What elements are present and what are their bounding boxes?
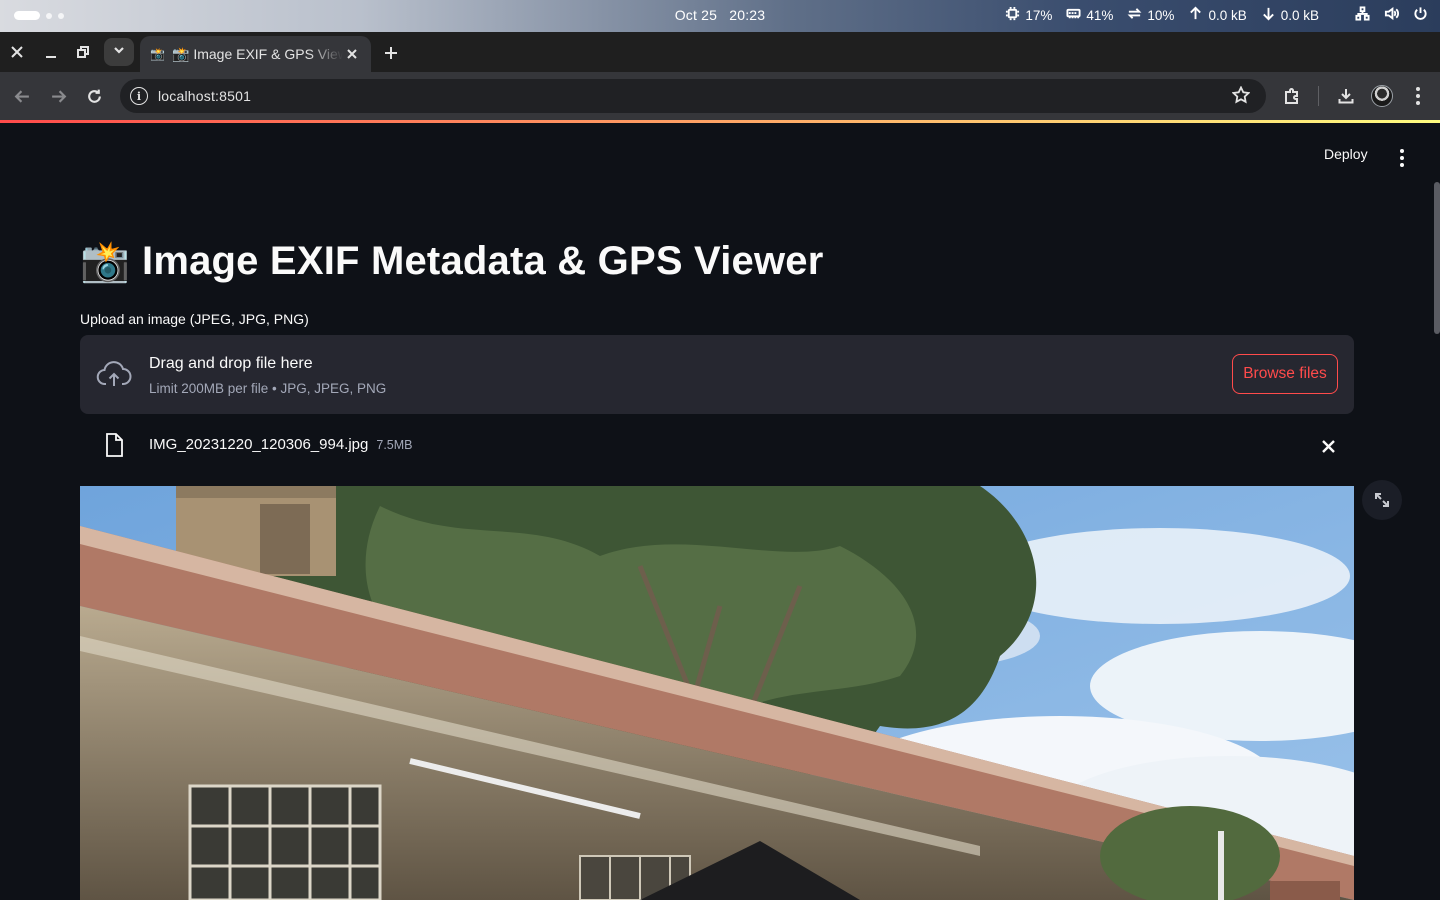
streamlit-app: Deploy 📸 Image EXIF Metadata & GPS Viewe… [0,120,1440,900]
bookmark-star-icon[interactable] [1231,85,1252,106]
clock-date: Oct 25 [674,7,718,23]
upload-arrow-icon [1188,6,1203,24]
page-scrollbar[interactable] [1434,182,1440,334]
reload-icon[interactable] [82,84,106,108]
volume-icon[interactable] [1384,6,1399,24]
back-arrow-icon[interactable] [10,84,34,108]
file-size: 7.5MB [376,438,413,452]
dropzone-title: Drag and drop file here [149,355,313,372]
site-info-icon[interactable]: i [130,87,148,105]
swap-indicator[interactable]: 10% [1127,6,1174,24]
minimize-window-icon[interactable] [39,40,63,64]
page-title-text: Image EXIF Metadata & GPS Viewer [142,239,824,283]
address-bar[interactable]: i localhost:8501 [120,79,1266,113]
restore-window-icon[interactable] [71,40,95,64]
memory-icon [1066,6,1081,24]
extensions-puzzle-icon[interactable] [1280,84,1304,108]
page-title: 📸 Image EXIF Metadata & GPS Viewer [80,238,823,285]
power-icon[interactable] [1413,6,1428,24]
browser-toolbar: i localhost:8501 [0,72,1440,120]
uploader-label: Upload an image (JPEG, JPG, PNG) [80,311,309,327]
remove-file-icon[interactable] [1318,436,1338,456]
toolbar-divider [1318,86,1319,106]
tab-close-icon[interactable] [343,45,361,63]
memory-indicator[interactable]: 41% [1066,6,1113,24]
browser-tab-strip: 📸 📸 Image EXIF & GPS Viewer [0,32,1440,72]
file-name-row: IMG_20231220_120306_994.jpg 7.5MB [149,436,413,453]
browser-menu-icon[interactable] [1408,84,1428,108]
tab-favicon: 📸 [150,47,165,61]
file-name: IMG_20231220_120306_994.jpg [149,436,369,453]
app-main-menu-icon[interactable] [1392,148,1412,168]
memory-value: 41% [1086,7,1114,23]
camera-flash-icon: 📸 [80,240,131,284]
download-indicator[interactable]: 0.0 kB [1261,6,1319,24]
cpu-icon [1005,6,1020,24]
browse-files-button[interactable]: Browse files [1232,354,1338,394]
fullscreen-expand-icon[interactable] [1362,480,1402,520]
cpu-value: 17% [1025,7,1053,23]
dropzone-limit: Limit 200MB per file • JPG, JPEG, PNG [149,381,387,396]
swap-value: 10% [1147,7,1175,23]
download-value: 0.0 kB [1280,7,1319,23]
chevron-down-icon [113,43,125,61]
upload-value: 0.0 kB [1208,7,1247,23]
tab-title: 📸 Image EXIF & GPS Viewer [172,45,343,62]
system-tray: 17% 41% 10% 0.0 kB 0.0 kB [1005,6,1428,24]
downloads-icon[interactable] [1334,84,1358,108]
new-tab-icon[interactable] [380,42,402,64]
url-text[interactable]: localhost:8501 [158,88,1232,104]
cpu-indicator[interactable]: 17% [1005,6,1052,24]
deploy-button[interactable]: Deploy [1324,146,1368,162]
tab-active[interactable]: 📸 📸 Image EXIF & GPS Viewer [140,36,371,72]
header-decoration [0,120,1440,123]
network-icon[interactable] [1355,6,1370,24]
upload-indicator[interactable]: 0.0 kB [1188,6,1247,24]
cloud-upload-icon [96,357,132,393]
download-arrow-icon [1261,6,1276,24]
swap-icon [1127,6,1142,24]
close-window-icon[interactable] [5,40,29,64]
uploaded-file: IMG_20231220_120306_994.jpg 7.5MB [80,426,1354,464]
os-top-bar: Oct 25 20:23 17% 41% 10% 0.0 kB 0.0 kB [0,0,1440,32]
clock-time: 20:23 [729,7,766,23]
file-icon [102,432,126,458]
forward-arrow-icon[interactable] [46,84,70,108]
file-dropzone[interactable]: Drag and drop file here Limit 200MB per … [80,335,1354,414]
uploaded-image [80,486,1354,900]
profile-avatar[interactable] [1371,85,1393,107]
tab-search-button[interactable] [104,38,134,66]
